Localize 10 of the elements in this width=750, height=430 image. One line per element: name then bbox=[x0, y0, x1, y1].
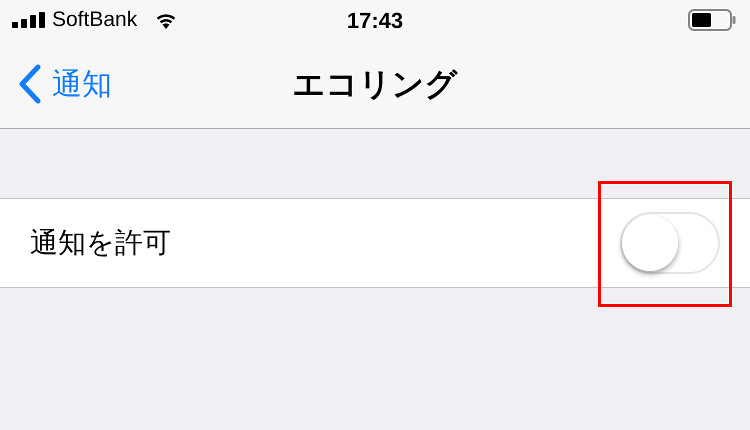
battery-icon bbox=[688, 9, 736, 31]
wifi-icon bbox=[155, 12, 178, 28]
carrier-name: SoftBank bbox=[52, 7, 138, 34]
back-button[interactable]: 通知 bbox=[18, 62, 112, 106]
toggle-switch[interactable] bbox=[620, 212, 720, 274]
chevron-left-icon bbox=[18, 64, 42, 104]
setting-label: 通知を許可 bbox=[30, 226, 171, 260]
status-time: 17:43 bbox=[346, 6, 404, 34]
signal-icon bbox=[12, 12, 46, 28]
page-title: エコリング bbox=[292, 65, 458, 104]
